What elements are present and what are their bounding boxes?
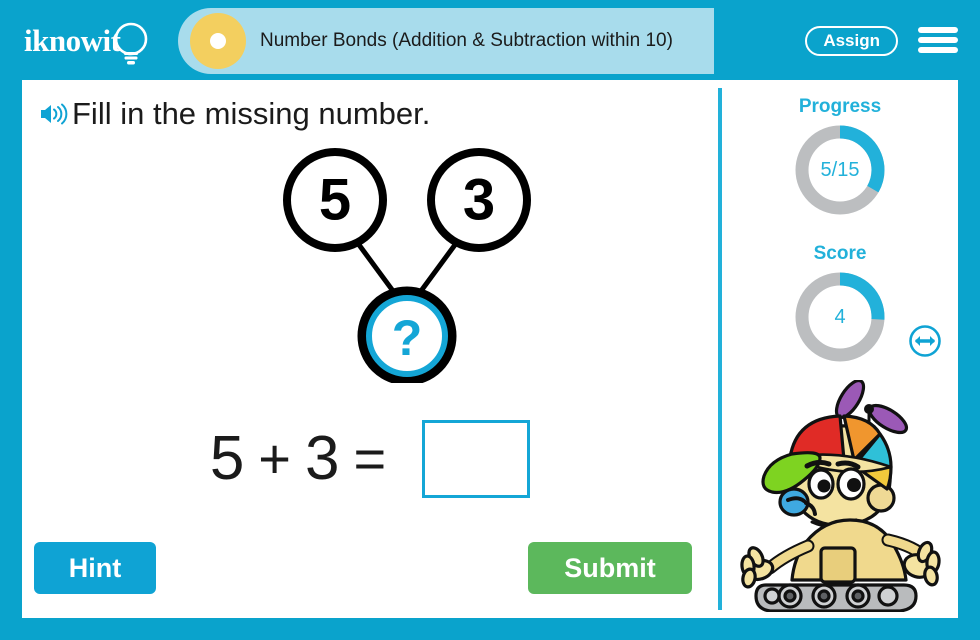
assign-button[interactable]: Assign [805,26,898,56]
speaker-icon[interactable] [38,101,68,127]
equation-row: 5 + 3 = [22,420,718,498]
equation-right-operand: 3 [305,424,340,493]
app-root: iknowit Number Bonds (Addition & Subtrac… [0,0,980,640]
iknowit-logo[interactable]: iknowit [22,12,167,70]
submit-button[interactable]: Submit [528,542,692,594]
question-prompt: Fill in the missing number. [38,96,430,132]
hamburger-menu-icon[interactable] [918,24,958,56]
lesson-dot-icon [190,13,246,69]
status-sidebar: Progress 5/15 Score 4 [722,80,958,618]
horizontal-resize-arrows-icon[interactable] [908,324,942,358]
score-donut: 4 [792,269,888,365]
menu-bar-3 [918,47,958,53]
app-header: iknowit Number Bonds (Addition & Subtrac… [0,0,980,80]
lesson-title: Number Bonds (Addition & Subtraction wit… [260,30,673,51]
lesson-dot-inner [210,33,226,49]
robot-mascot-with-propeller-cap [740,380,941,612]
bond-part-a-value: 5 [319,168,351,233]
prompt-text: Fill in the missing number. [72,96,431,131]
hint-button[interactable]: Hint [34,542,156,594]
lightbulb-icon [114,22,148,65]
score-value: 4 [834,305,846,328]
menu-bar-1 [918,27,958,33]
logo-wordmark: iknowit [24,23,121,58]
progress-value: 5/15 [820,158,860,181]
progress-label: Progress [798,96,882,117]
question-panel: Fill in the missing number. 5 3 ? 5 + 3 … [22,80,718,618]
menu-bar-2 [918,37,958,43]
progress-donut: 5/15 [792,122,888,218]
lesson-title-pill: Number Bonds (Addition & Subtraction wit… [178,8,714,74]
progress-section: Progress 5/15 [722,96,958,218]
bond-whole-value: ? [392,310,423,366]
content-card: Fill in the missing number. 5 3 ? 5 + 3 … [22,80,958,618]
score-label: Score [813,243,867,264]
bond-part-b-value: 3 [463,168,495,233]
answer-input[interactable] [422,420,531,498]
equation-operator: + [258,427,291,490]
number-bond-diagram: 5 3 ? [283,148,531,383]
equation-left-operand: 5 [209,424,245,493]
equation-equals-sign: = [353,427,387,490]
